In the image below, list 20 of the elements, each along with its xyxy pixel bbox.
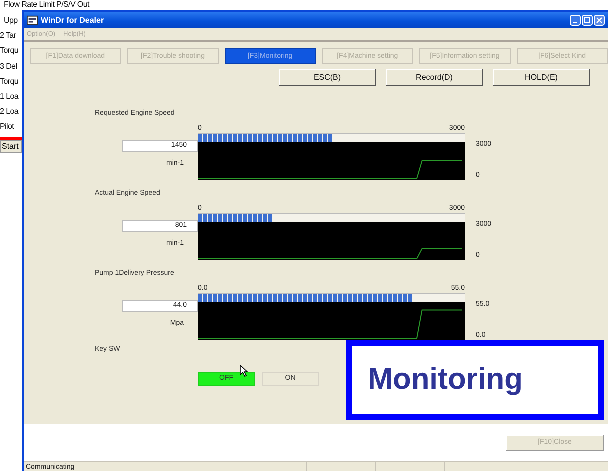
minimize-icon[interactable] [570,14,581,26]
parameter-name: Upp [4,15,18,27]
parameter-name: Flow Rate Limit P/S/V Out [4,0,90,10]
close-icon[interactable] [594,14,605,26]
parameter-name: 3 Del [0,60,18,73]
cursor-icon [240,365,248,377]
action-button[interactable]: HOLD(E) [493,69,590,86]
action-button[interactable]: ESC(B) [279,69,376,86]
window-title: WinDr for Dealer [41,16,104,24]
parameter-name: 1 Loa [0,90,19,103]
parameter-name: 2 Tar [0,30,16,42]
parameter-name: Torqu [0,45,19,58]
parameter-name: 2 Loa [0,106,19,118]
parameter-name: Pilot [0,121,14,134]
parameter-name: Torqu [0,76,19,88]
action-button[interactable]: Record(D) [386,69,483,86]
maximize-icon[interactable] [582,14,593,26]
caption-box: Monitoring [346,340,604,420]
start-button[interactable]: Start [0,140,22,152]
app-icon [27,14,38,26]
